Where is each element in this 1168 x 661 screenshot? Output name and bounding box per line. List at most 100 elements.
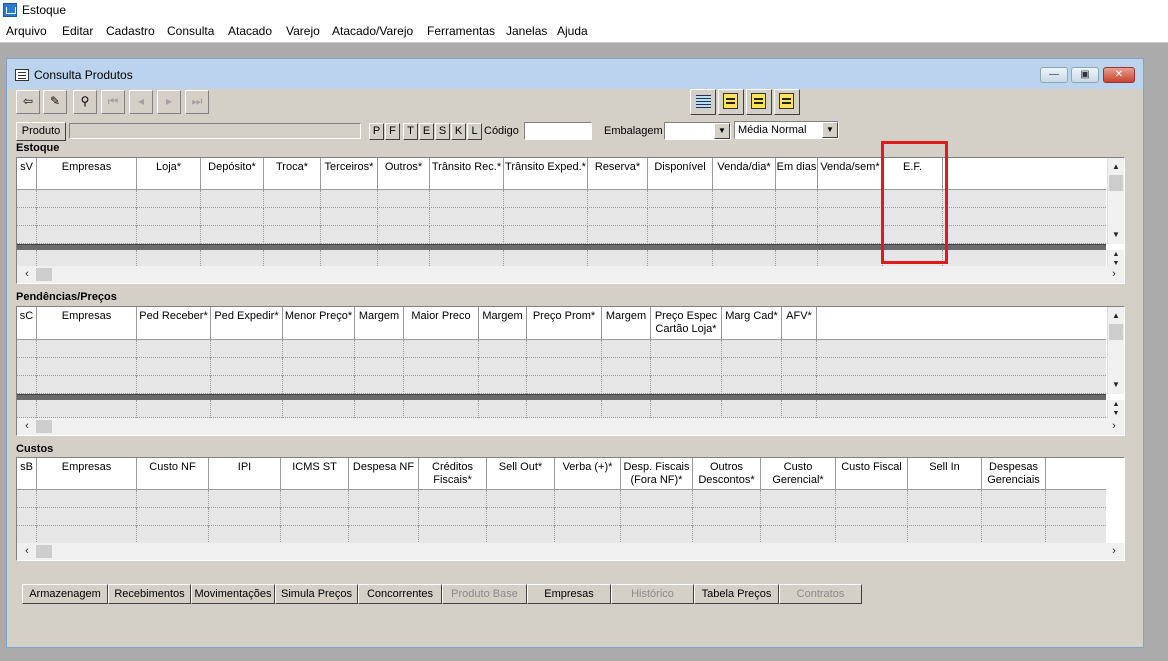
custos-hscroll-thumb[interactable] xyxy=(36,545,52,558)
chevron-down-icon[interactable]: ▼ xyxy=(714,123,730,139)
exit-door-button[interactable]: ⇦ xyxy=(16,90,40,114)
custos-col-header[interactable]: Desp. Fiscais (Fora NF)* xyxy=(621,458,693,490)
custos-col-header[interactable]: Créditos Fiscais* xyxy=(419,458,487,490)
chevron-down-icon[interactable]: ▼ xyxy=(822,122,838,138)
last-record-button[interactable]: ⏭ xyxy=(185,90,209,114)
tab-recebimentos[interactable]: Recebimentos xyxy=(108,584,191,604)
filter-letter-k[interactable]: K xyxy=(451,123,466,140)
pendencias-table-row[interactable] xyxy=(17,340,1106,358)
tab-armazenagem[interactable]: Armazenagem xyxy=(22,584,108,604)
grid-view-button[interactable] xyxy=(690,89,716,115)
pendencias-total-spinner[interactable]: ▲ ▼ xyxy=(1107,400,1124,418)
menu-item-ajuda[interactable]: Ajuda xyxy=(557,24,588,38)
scroll-right-icon[interactable]: › xyxy=(1106,266,1122,282)
scroll-right-icon[interactable]: › xyxy=(1106,418,1122,434)
scroll-right-icon[interactable]: › xyxy=(1106,543,1122,559)
estoque-col-header[interactable]: Reserva* xyxy=(588,158,648,190)
custos-col-header[interactable]: Custo Fiscal xyxy=(836,458,908,490)
scroll-left-icon[interactable]: ‹ xyxy=(19,418,35,434)
pendencias-col-header[interactable]: Margem xyxy=(602,307,651,340)
estoque-col-header[interactable]: Empresas xyxy=(37,158,137,190)
estoque-col-header[interactable]: Outros* xyxy=(378,158,430,190)
estoque-col-header[interactable]: Venda/sem* xyxy=(818,158,883,190)
estoque-horizontal-scrollbar[interactable]: ‹ › xyxy=(17,266,1124,283)
estoque-col-header[interactable]: Terceiros* xyxy=(321,158,378,190)
next-record-button[interactable]: ▸ xyxy=(157,90,181,114)
custos-col-header[interactable]: IPI xyxy=(209,458,281,490)
codigo-field[interactable] xyxy=(524,122,592,140)
estoque-col-header[interactable]: Venda/dia* xyxy=(713,158,776,190)
media-select[interactable]: Média Normal ▼ xyxy=(734,121,839,139)
restore-button[interactable]: ▣ xyxy=(1071,67,1099,83)
custos-col-header[interactable]: Custo Gerencial* xyxy=(761,458,836,490)
estoque-col-header[interactable]: Trânsito Rec.* xyxy=(430,158,504,190)
produto-button[interactable]: Produto xyxy=(16,122,66,141)
custos-table-row[interactable] xyxy=(17,526,1106,544)
filter-letter-t[interactable]: T xyxy=(403,123,418,140)
pendencias-table-row[interactable] xyxy=(17,376,1106,394)
custos-table-row[interactable] xyxy=(17,508,1106,526)
pendencias-col-header[interactable]: Margem xyxy=(479,307,527,340)
scroll-up-icon[interactable]: ▲ xyxy=(1108,308,1124,324)
scroll-down-icon[interactable]: ▼ xyxy=(1108,377,1124,393)
filter-letter-s[interactable]: S xyxy=(435,123,450,140)
previous-record-button[interactable]: ◂ xyxy=(129,90,153,114)
tab-concorrentes[interactable]: Concorrentes xyxy=(358,584,442,604)
menu-item-atacado[interactable]: Atacado xyxy=(228,24,272,38)
first-record-button[interactable]: ⏮ xyxy=(101,90,125,114)
custos-col-header[interactable]: Sell Out* xyxy=(487,458,555,490)
menu-item-janelas[interactable]: Janelas xyxy=(506,24,547,38)
pendencias-col-header[interactable]: Margem xyxy=(355,307,404,340)
tab-empresas[interactable]: Empresas xyxy=(527,584,611,604)
spin-up-icon[interactable]: ▲ xyxy=(1108,400,1124,409)
close-button[interactable]: ✕ xyxy=(1103,67,1135,83)
yellow-list-button-2[interactable] xyxy=(746,89,772,115)
custos-col-header[interactable]: Empresas xyxy=(37,458,137,490)
minimize-button[interactable]: — xyxy=(1040,67,1068,83)
pendencias-vertical-scrollbar[interactable]: ▲ ▼ xyxy=(1107,307,1124,394)
custos-col-header[interactable]: Custo NF xyxy=(137,458,209,490)
yellow-list-button-1[interactable] xyxy=(718,89,744,115)
scroll-left-icon[interactable]: ‹ xyxy=(19,266,35,282)
menu-item-cadastro[interactable]: Cadastro xyxy=(106,24,155,38)
tab-tabela-pre-os[interactable]: Tabela Preços xyxy=(694,584,779,604)
custos-col-header[interactable]: Sell In xyxy=(908,458,982,490)
pendencias-col-header[interactable]: Ped Receber* xyxy=(137,307,211,340)
pendencias-col-header[interactable]: sC xyxy=(17,307,37,340)
pendencias-col-header[interactable]: Marg Cad* xyxy=(722,307,782,340)
menu-item-arquivo[interactable]: Arquivo xyxy=(6,24,47,38)
pendencias-col-header[interactable]: Empresas xyxy=(37,307,137,340)
custos-col-header[interactable]: Verba (+)* xyxy=(555,458,621,490)
pendencias-col-header[interactable]: AFV* xyxy=(782,307,817,340)
estoque-scroll-thumb[interactable] xyxy=(1109,175,1123,191)
estoque-hscroll-thumb[interactable] xyxy=(36,268,52,281)
tab-movimenta--es[interactable]: Movimentações xyxy=(191,584,275,604)
menu-item-atacado-varejo[interactable]: Atacado/Varejo xyxy=(332,24,413,38)
pendencias-hscroll-thumb[interactable] xyxy=(36,420,52,433)
spin-down-icon[interactable]: ▼ xyxy=(1108,409,1124,418)
binoculars-button[interactable]: ⚲ xyxy=(73,90,97,114)
estoque-col-header[interactable]: Em dias xyxy=(776,158,818,190)
pendencias-col-header[interactable]: Preço Espec Cartão Loja* xyxy=(651,307,722,340)
menu-item-varejo[interactable]: Varejo xyxy=(286,24,320,38)
eraser-button[interactable]: ✎ xyxy=(43,90,67,114)
yellow-list-button-3[interactable] xyxy=(774,89,800,115)
pendencias-col-header[interactable]: Menor Preço* xyxy=(283,307,355,340)
estoque-col-header[interactable]: Disponível xyxy=(648,158,713,190)
tab-simula-pre-os[interactable]: Simula Preços xyxy=(275,584,358,604)
estoque-col-header[interactable]: sV xyxy=(17,158,37,190)
custos-col-header[interactable]: ICMS ST xyxy=(281,458,349,490)
pendencias-col-header[interactable]: Maior Preco xyxy=(404,307,479,340)
menu-item-ferramentas[interactable]: Ferramentas xyxy=(427,24,495,38)
estoque-col-header[interactable]: Troca* xyxy=(264,158,321,190)
estoque-col-header[interactable]: Depósito* xyxy=(201,158,264,190)
custos-horizontal-scrollbar[interactable]: ‹ › xyxy=(17,543,1124,560)
custos-table-row[interactable] xyxy=(17,490,1106,508)
custos-col-header[interactable]: Outros Descontos* xyxy=(693,458,761,490)
custos-col-header[interactable]: Despesas Gerenciais xyxy=(982,458,1046,490)
filter-letter-p[interactable]: P xyxy=(369,123,384,140)
menu-item-editar[interactable]: Editar xyxy=(62,24,93,38)
estoque-vertical-scrollbar[interactable]: ▲ ▼ xyxy=(1107,158,1124,244)
pendencias-scroll-thumb[interactable] xyxy=(1109,324,1123,340)
filter-letter-f[interactable]: F xyxy=(385,123,400,140)
